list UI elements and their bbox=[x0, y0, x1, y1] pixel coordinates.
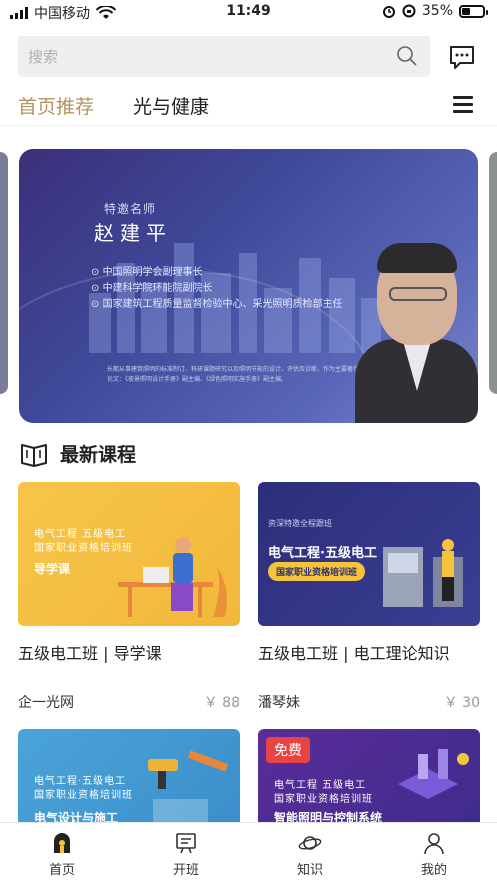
tab-light-health[interactable]: 光与健康 bbox=[133, 92, 209, 119]
thumb-top-line: 资深特邀全程跟班 bbox=[268, 519, 332, 528]
alarm-icon bbox=[382, 6, 395, 18]
thumb-line: 电气工程 五级电工 bbox=[274, 780, 367, 791]
banner-description: 长期从事建筑照明的标准制订、科研课题研究以及照明节能的设计、评估及诊断，作为主要… bbox=[107, 366, 366, 383]
bottom-nav-label: 我的 bbox=[420, 863, 447, 878]
course-author: 潘琴妹 bbox=[258, 695, 300, 711]
thumb-line: 国家职业资格培训班 bbox=[34, 790, 133, 801]
bottom-nav-home[interactable]: 首页 bbox=[22, 831, 102, 878]
thumb-line: 国家职业资格培训班 bbox=[274, 794, 373, 805]
tools-illustration bbox=[148, 750, 229, 823]
thumb-headline: 电气工程·五级电工 bbox=[268, 546, 377, 561]
course-meta: 企一光网 ￥ 88 bbox=[18, 692, 240, 712]
course-thumbnail[interactable]: 电气工程 五级电工 国家职业资格培训班 导学课 bbox=[18, 482, 240, 626]
course-title[interactable]: 五级电工班 | 电工理论知识 bbox=[258, 640, 480, 680]
status-right: 35% bbox=[382, 3, 488, 19]
thumb-subtitle: 导学课 bbox=[34, 562, 71, 576]
status-bar: 中国移动 11:49 35% bbox=[0, 0, 497, 24]
planet-icon bbox=[298, 836, 322, 850]
bottom-nav-knowledge[interactable]: 知识 bbox=[270, 831, 350, 878]
battery-icon bbox=[459, 4, 488, 18]
course-meta: 潘琴妹 ￥ 30 bbox=[258, 692, 480, 712]
bottom-nav-profile[interactable]: 我的 bbox=[394, 831, 474, 878]
course-price: ￥ 30 bbox=[443, 695, 480, 711]
search-bar[interactable] bbox=[18, 36, 430, 77]
course-author: 企一光网 bbox=[18, 695, 74, 711]
banner-role: 中国照明学会副理事长 bbox=[91, 265, 343, 281]
message-icon[interactable] bbox=[448, 44, 476, 70]
thumb-line: 电气工程·五级电工 bbox=[34, 776, 127, 787]
rotation-lock-icon bbox=[402, 4, 416, 18]
banner-role: 中建科学院环能院副院长 bbox=[91, 281, 343, 297]
nav-tabs: 首页推荐 光与健康 bbox=[0, 84, 497, 126]
thumb-pill: 国家职业资格培训班 bbox=[268, 562, 366, 581]
search-icon[interactable] bbox=[396, 45, 418, 67]
banner-label: 特邀名师 bbox=[104, 202, 157, 216]
course-thumbnail[interactable]: 资深特邀全程跟班 电气工程·五级电工 国家职业资格培训班 bbox=[258, 482, 480, 626]
menu-icon[interactable] bbox=[453, 96, 473, 113]
bottom-nav-class[interactable]: 开班 bbox=[146, 831, 226, 878]
banner-portrait bbox=[355, 239, 478, 423]
hero-banner[interactable]: 特邀名师 赵建平 中国照明学会副理事长 中建科学院环能院副院长 国家建筑工程质量… bbox=[19, 149, 478, 423]
bottom-nav-label: 首页 bbox=[48, 863, 75, 878]
course-title[interactable]: 五级电工班 | 导学课 bbox=[18, 640, 240, 680]
tab-home-recommend[interactable]: 首页推荐 bbox=[18, 92, 94, 119]
battery-percent: 35% bbox=[421, 3, 453, 19]
banner-prev-peek[interactable] bbox=[0, 152, 8, 394]
thumb-text: 电气工程 五级电工 国家职业资格培训班 bbox=[274, 779, 373, 807]
study-illustration bbox=[118, 537, 227, 617]
user-icon bbox=[424, 833, 444, 855]
book-icon bbox=[21, 443, 47, 467]
home-icon bbox=[54, 833, 70, 853]
bottom-nav-label: 知识 bbox=[296, 863, 323, 878]
course-price: ￥ 88 bbox=[203, 695, 240, 711]
banner-name: 赵建平 bbox=[94, 221, 172, 245]
bottom-nav: 首页 开班 知识 我的 bbox=[0, 822, 497, 883]
search-input[interactable] bbox=[18, 36, 358, 77]
section-header: 最新课程 bbox=[20, 440, 136, 467]
electrician-illustration bbox=[383, 539, 463, 607]
banner-next-peek[interactable] bbox=[489, 152, 497, 394]
section-title: 最新课程 bbox=[60, 444, 137, 466]
bottom-nav-label: 开班 bbox=[172, 863, 199, 878]
smart-lighting-illustration bbox=[398, 749, 469, 799]
free-badge: 免费 bbox=[266, 737, 310, 763]
class-board-icon bbox=[176, 833, 196, 854]
thumb-text: 电气工程·五级电工 国家职业资格培训班 bbox=[34, 775, 133, 803]
banner-roles: 中国照明学会副理事长 中建科学院环能院副院长 国家建筑工程质量监督检验中心、采光… bbox=[91, 265, 343, 313]
course-card[interactable]: 资深特邀全程跟班 电气工程·五级电工 国家职业资格培训班 五级电工班 | 电工理… bbox=[258, 482, 480, 711]
banner-role: 国家建筑工程质量监督检验中心、采光照明质检部主任 bbox=[91, 297, 343, 313]
course-card[interactable]: 电气工程 五级电工 国家职业资格培训班 导学课 五级电工班 | 导学课 企一光网… bbox=[18, 482, 240, 711]
